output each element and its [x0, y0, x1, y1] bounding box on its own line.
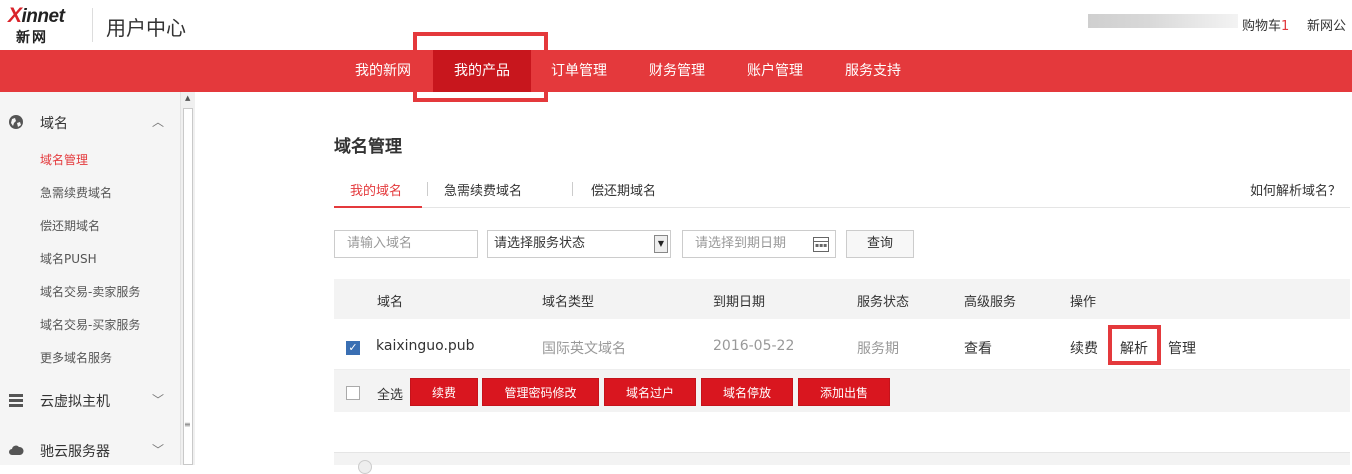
tab-redemption[interactable]: 偿还期域名: [591, 180, 656, 199]
next-panel: [334, 452, 1350, 465]
sidebar-section-cloud-server[interactable]: 驰云服务器 ﹀: [0, 430, 180, 470]
table-row: [334, 320, 1350, 370]
column-header-actions: 操作: [1070, 295, 1097, 310]
bulk-renew-button[interactable]: 续费: [410, 378, 478, 406]
xinnet-logo[interactable]: Xinnet 新网: [6, 4, 82, 46]
tab-divider: [572, 182, 573, 196]
server-icon: [9, 394, 23, 407]
status-select-value: 请选择服务状态: [494, 236, 586, 251]
scroll-grip-icon: ≡: [184, 420, 191, 429]
renew-link[interactable]: 续费: [1070, 338, 1098, 358]
service-status-select[interactable]: 请选择服务状态 ▼: [487, 230, 671, 258]
logo-chinese: 新网: [16, 30, 48, 46]
nav-support[interactable]: 服务支持: [845, 50, 901, 92]
tab-divider: [427, 182, 428, 196]
sidebar-item-buyer-service[interactable]: 域名交易-买家服务: [40, 316, 140, 333]
view-advanced-link[interactable]: 查看: [964, 338, 992, 358]
manage-link[interactable]: 管理: [1168, 338, 1196, 358]
page-title: 域名管理: [334, 137, 402, 157]
logo-divider: [92, 8, 93, 42]
page-header-title: 用户中心: [106, 16, 186, 40]
sidebar: 域名 ︿ 域名管理 急需续费域名 偿还期域名 域名PUSH 域名交易-卖家服务 …: [0, 92, 180, 465]
sidebar-item-push[interactable]: 域名PUSH: [40, 250, 97, 267]
sidebar-item-redemption[interactable]: 偿还期域名: [40, 217, 100, 234]
expiry-date-picker[interactable]: 请选择到期日期: [682, 230, 836, 258]
sidebar-item-domain-management[interactable]: 域名管理: [40, 151, 88, 168]
column-header-type: 域名类型: [542, 295, 595, 310]
sidebar-scrollbar[interactable]: ▲ ≡: [180, 92, 195, 465]
sidebar-section-label: 驰云服务器: [40, 444, 110, 460]
domain-transfer-button[interactable]: 域名过户: [604, 378, 696, 406]
service-status-cell: 服务期: [857, 341, 899, 357]
top-header: Xinnet 新网 用户中心 购物车1 新网公: [0, 0, 1352, 50]
column-header-expiry: 到期日期: [713, 295, 766, 310]
nav-account[interactable]: 账户管理: [747, 50, 803, 92]
tab-urgent-renewal[interactable]: 急需续费域名: [444, 180, 522, 199]
domain-type-cell: 国际英文域名: [542, 341, 626, 357]
date-placeholder: 请选择到期日期: [695, 236, 787, 251]
calendar-icon[interactable]: [813, 237, 829, 252]
cart-label: 购物车: [1242, 19, 1282, 34]
main-nav: 我的新网 我的产品 订单管理 财务管理 账户管理 服务支持: [0, 50, 1352, 92]
select-all-label[interactable]: 全选: [377, 384, 403, 403]
domain-name-cell: kaixinguo.pub: [376, 338, 475, 354]
sidebar-section-domain[interactable]: 域名 ︿: [0, 102, 180, 142]
column-header-domain: 域名: [377, 295, 404, 310]
cloud-icon: [9, 445, 24, 455]
sidebar-section-label: 云虚拟主机: [40, 394, 110, 410]
row-checkbox[interactable]: ✓: [346, 341, 360, 355]
help-dns-link[interactable]: 如何解析域名？: [1250, 180, 1341, 199]
highlight-annotation-dns: [1108, 325, 1161, 365]
domain-search-input[interactable]: 请输入域名: [334, 230, 478, 258]
xinnet-home-link[interactable]: 新网公: [1307, 15, 1346, 34]
chevron-down-icon: ﹀: [152, 443, 165, 457]
domain-parking-button[interactable]: 域名停放: [701, 378, 793, 406]
chevron-up-icon: ︿: [152, 115, 165, 129]
dropdown-arrow-icon[interactable]: ▼: [654, 235, 668, 253]
nav-my-xinnet[interactable]: 我的新网: [355, 50, 411, 92]
chevron-down-icon: ﹀: [152, 393, 165, 407]
add-for-sale-button[interactable]: 添加出售: [798, 378, 890, 406]
table-header: [334, 279, 1350, 319]
sidebar-item-more-services[interactable]: 更多域名服务: [40, 349, 112, 366]
highlight-annotation-nav: [413, 32, 548, 102]
nav-finance[interactable]: 财务管理: [649, 50, 705, 92]
tab-baseline: [334, 207, 1350, 208]
logo-wordmark: Xinnet: [8, 4, 65, 27]
scroll-up-arrow-icon[interactable]: ▲: [185, 94, 190, 102]
sidebar-section-label: 域名: [40, 116, 68, 132]
info-icon: [358, 460, 372, 474]
globe-icon: [9, 115, 23, 129]
active-tab-indicator: [334, 206, 422, 208]
cart-link[interactable]: 购物车1: [1242, 15, 1289, 34]
user-info-blurred: [1088, 14, 1238, 28]
column-header-status: 服务状态: [857, 295, 910, 310]
cart-count: 1: [1281, 19, 1290, 34]
tab-my-domains[interactable]: 我的域名: [350, 180, 402, 199]
select-all-checkbox[interactable]: [346, 386, 360, 400]
expiry-date-cell: 2016-05-22: [713, 338, 795, 354]
change-password-button[interactable]: 管理密码修改: [482, 378, 599, 406]
sidebar-item-seller-service[interactable]: 域名交易-卖家服务: [40, 283, 140, 300]
query-button[interactable]: 查询: [846, 230, 914, 258]
column-header-advanced: 高级服务: [964, 295, 1017, 310]
scroll-thumb[interactable]: [183, 108, 193, 465]
nav-orders[interactable]: 订单管理: [551, 50, 607, 92]
sidebar-section-virtual-host[interactable]: 云虚拟主机 ﹀: [0, 380, 180, 420]
sidebar-item-urgent-renewal[interactable]: 急需续费域名: [40, 184, 112, 201]
